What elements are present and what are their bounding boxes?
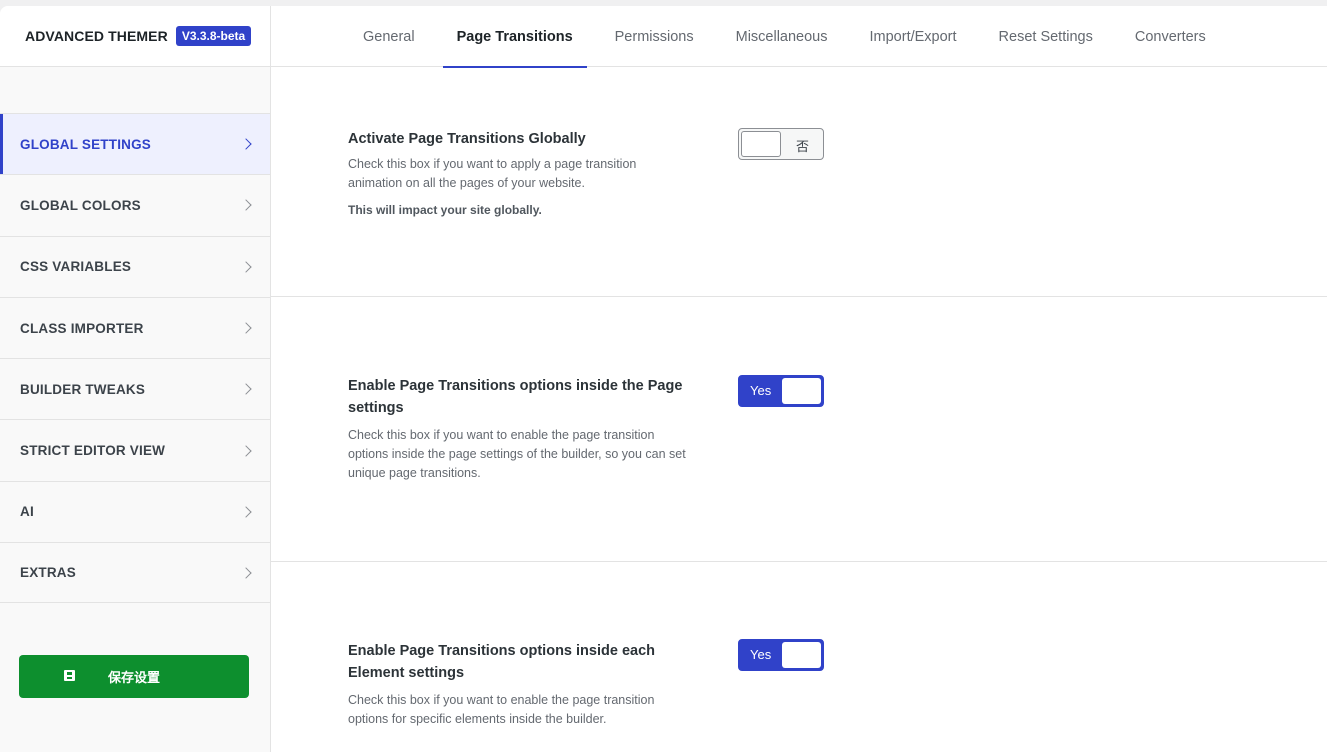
setting-warning: This will impact your site globally.	[348, 203, 542, 217]
chevron-right-icon	[240, 138, 252, 150]
save-settings-button[interactable]: 保存设置	[19, 655, 249, 698]
setting-element-settings-options: Enable Page Transitions options inside e…	[271, 562, 1327, 752]
sidebar-item-global-colors[interactable]: GLOBAL COLORS	[0, 174, 270, 235]
save-icon	[64, 670, 75, 681]
activate-globally-toggle[interactable]: 否	[738, 128, 824, 160]
sidebar-item-label: GLOBAL COLORS	[20, 197, 141, 213]
chevron-right-icon	[240, 199, 252, 212]
brand-name: ADVANCED THEMER	[25, 28, 168, 44]
chevron-right-icon	[240, 444, 252, 457]
sidebar-item-class-importer[interactable]: CLASS IMPORTER	[0, 296, 270, 358]
tab-permissions[interactable]: Permissions	[601, 6, 708, 67]
setting-title: Activate Page Transitions Globally	[348, 131, 586, 147]
setting-title: Enable Page Transitions options inside e…	[348, 643, 655, 681]
setting-description: Check this box if you want to enable the…	[348, 428, 686, 480]
sidebar-item-ai[interactable]: AI	[0, 480, 270, 542]
tab-converters[interactable]: Converters	[1121, 6, 1220, 67]
setting-activate-globally: Activate Page Transitions Globally Check…	[271, 67, 1327, 297]
tab-bar: General Page Transitions Permissions Mis…	[271, 6, 1327, 68]
chevron-right-icon	[240, 322, 252, 334]
sidebar-item-label: AI	[20, 504, 34, 520]
sidebar: ADVANCED THEMER V3.3.8-beta GLOBAL SETTI…	[0, 6, 271, 752]
tab-page-transitions[interactable]: Page Transitions	[442, 6, 587, 68]
sidebar-item-label: CSS VARIABLES	[20, 259, 132, 275]
toggle-label: Yes	[750, 647, 772, 662]
sidebar-item-label: EXTRAS	[20, 565, 76, 581]
setting-description: Check this box if you want to enable the…	[348, 693, 655, 726]
page-settings-options-toggle[interactable]: Yes	[738, 375, 824, 407]
toggle-label: Yes	[750, 383, 772, 398]
chevron-right-icon	[240, 383, 252, 395]
tab-reset-settings[interactable]: Reset Settings	[985, 6, 1107, 67]
sidebar-item-builder-tweaks[interactable]: BUILDER TWEAKS	[0, 358, 270, 419]
chevron-right-icon	[240, 506, 252, 518]
settings-content: Activate Page Transitions Globally Check…	[271, 67, 1327, 752]
sidebar-item-css-variables[interactable]: CSS VARIABLES	[0, 235, 270, 297]
sidebar-item-label: GLOBAL SETTINGS	[20, 136, 152, 152]
settings-app: ADVANCED THEMER V3.3.8-beta GLOBAL SETTI…	[0, 6, 1327, 752]
setting-description: Check this box if you want to apply a pa…	[348, 157, 637, 190]
sidebar-menu: GLOBAL SETTINGS GLOBAL COLORS CSS VARIAB…	[0, 113, 270, 604]
tab-general[interactable]: General	[349, 6, 429, 67]
toggle-knob	[782, 642, 821, 668]
chevron-right-icon	[240, 261, 252, 273]
toggle-knob	[741, 131, 781, 157]
toggle-knob	[782, 378, 821, 404]
brand-header: ADVANCED THEMER V3.3.8-beta	[0, 6, 270, 67]
version-badge: V3.3.8-beta	[175, 26, 252, 46]
sidebar-item-label: STRICT EDITOR VIEW	[20, 443, 166, 459]
sidebar-item-extras[interactable]: EXTRAS	[0, 542, 270, 604]
sidebar-item-label: CLASS IMPORTER	[20, 320, 144, 336]
tab-miscellaneous[interactable]: Miscellaneous	[722, 6, 842, 67]
tab-import-export[interactable]: Import/Export	[856, 6, 971, 67]
element-settings-options-toggle[interactable]: Yes	[738, 639, 824, 671]
sidebar-item-global-settings[interactable]: GLOBAL SETTINGS	[0, 113, 270, 175]
setting-title: Enable Page Transitions options inside t…	[348, 378, 683, 416]
chevron-right-icon	[240, 567, 252, 579]
sidebar-item-strict-editor-view[interactable]: STRICT EDITOR VIEW	[0, 419, 270, 480]
toggle-label: 否	[795, 139, 809, 154]
sidebar-item-label: BUILDER TWEAKS	[20, 381, 146, 397]
setting-page-settings-options: Enable Page Transitions options inside t…	[271, 297, 1327, 562]
save-settings-label: 保存设置	[107, 670, 160, 685]
